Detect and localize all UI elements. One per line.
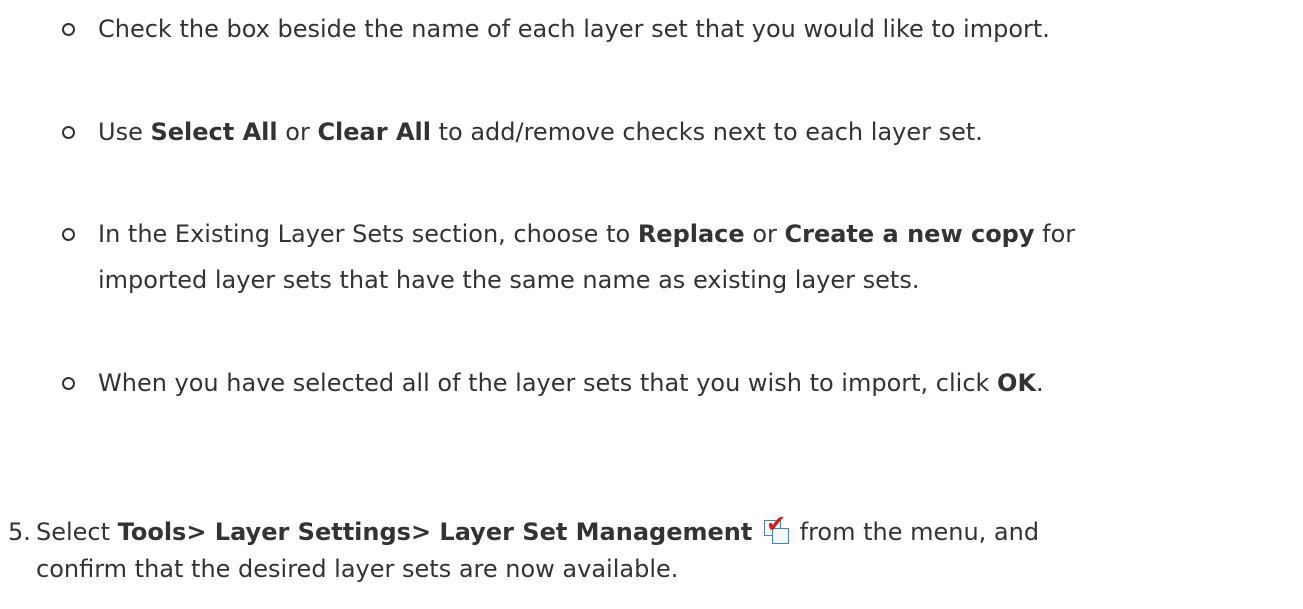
select-all-label: Select All (150, 118, 278, 146)
list-item-text: When you have selected all of the layer … (98, 369, 1044, 397)
replace-label: Replace (637, 220, 745, 248)
ok-label: OK (997, 369, 1037, 397)
list-item-text: In the Existing Layer Sets section, choo… (98, 220, 1076, 294)
create-new-copy-label: Create a new copy (784, 220, 1035, 248)
layer-set-management-icon: ✔ (762, 512, 790, 544)
step-text: Select Tools> Layer Settings> Layer Set … (36, 510, 1040, 583)
bullet-circle-icon (62, 23, 75, 36)
menu-path-label: Tools> Layer Settings> Layer Set Managem… (117, 518, 753, 546)
bullet-circle-icon (62, 126, 75, 139)
bullet-circle-icon (62, 228, 75, 241)
clear-all-label: Clear All (317, 118, 431, 146)
list-item-text: Check the box beside the name of each la… (98, 15, 1050, 43)
bullet-circle-icon (62, 377, 75, 390)
list-item-text: Use Select All or Clear All to add/remov… (98, 118, 983, 146)
step-number: 5. (8, 518, 31, 546)
